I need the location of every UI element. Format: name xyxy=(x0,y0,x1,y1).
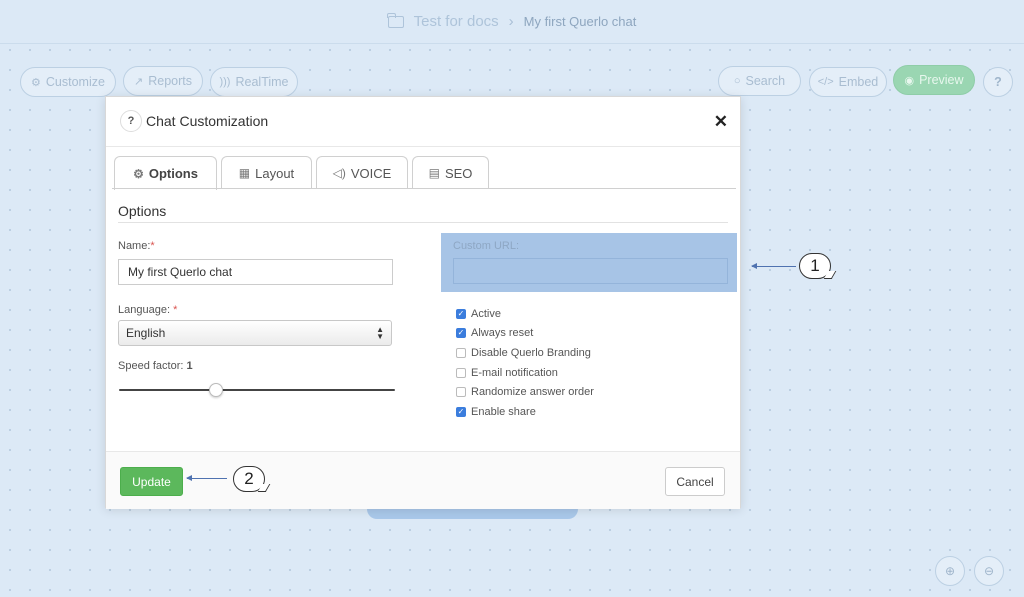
dialog-title: Chat Customization xyxy=(146,113,269,129)
tab-voice[interactable]: ◁) VOICE xyxy=(316,156,408,189)
speed-slider-handle[interactable] xyxy=(209,383,223,397)
close-icon[interactable]: ✕ xyxy=(714,112,728,132)
gears-icon: ⚙ xyxy=(133,166,144,181)
help-button[interactable]: ? xyxy=(983,67,1013,97)
eye-icon: ◉ xyxy=(904,74,915,87)
checkbox-checked-icon[interactable]: ✓ xyxy=(456,308,466,319)
select-arrows-icon: ▲ ▼ xyxy=(376,325,384,341)
search-button[interactable]: ○ Search xyxy=(718,66,801,96)
checkbox-active[interactable]: ✓ Active xyxy=(456,304,594,324)
section-divider xyxy=(118,222,728,223)
checkbox-checked-icon[interactable]: ✓ xyxy=(456,406,466,417)
breadcrumb-current: My first Querlo chat xyxy=(523,14,637,29)
cancel-button[interactable]: Cancel xyxy=(665,467,725,496)
dialog-header: ? Chat Customization ✕ xyxy=(106,97,740,147)
checkbox-unchecked-icon[interactable] xyxy=(456,347,466,358)
gear-icon: ⚙ xyxy=(31,76,41,89)
tab-bar: ⚙ Options ▦ Layout ◁) VOICE ▤ SEO xyxy=(114,156,489,190)
checkbox-always-reset[interactable]: ✓ Always reset xyxy=(456,324,594,344)
breadcrumb-separator: › xyxy=(508,13,514,30)
callout-arrow-1 xyxy=(751,263,796,269)
signal-icon: ))) xyxy=(219,76,231,88)
checkbox-unchecked-icon[interactable] xyxy=(456,387,466,398)
custom-url-field[interactable] xyxy=(453,258,728,284)
customize-button[interactable]: ⚙ Customize xyxy=(20,67,116,97)
checkbox-unchecked-icon[interactable] xyxy=(456,367,466,378)
chart-icon: ↗ xyxy=(134,75,144,88)
zoom-out-icon[interactable]: ⊖ xyxy=(974,556,1004,586)
dialog-footer: Update Cancel xyxy=(106,451,740,509)
speed-slider-track[interactable] xyxy=(119,389,395,391)
document-icon: ▤ xyxy=(428,166,440,180)
tab-seo[interactable]: ▤ SEO xyxy=(412,156,489,189)
breadcrumb: Test for docs › My first Querlo chat xyxy=(0,0,1024,44)
section-title: Options xyxy=(118,203,167,219)
code-icon: </> xyxy=(817,76,834,88)
speaker-icon: ◁) xyxy=(332,166,346,180)
callout-arrow-2 xyxy=(186,475,227,481)
callout-1: 1 xyxy=(799,253,831,279)
tab-divider xyxy=(112,188,736,189)
tab-layout[interactable]: ▦ Layout xyxy=(221,156,312,189)
help-icon[interactable]: ? xyxy=(120,110,142,132)
language-select[interactable]: English ▲ ▼ xyxy=(118,320,392,346)
folder-icon xyxy=(387,12,404,28)
language-label: Language: * xyxy=(118,304,178,316)
speed-label: Speed factor: 1 xyxy=(118,360,193,372)
checkbox-enable-share[interactable]: ✓ Enable share xyxy=(456,402,594,422)
preview-button[interactable]: ◉ Preview xyxy=(893,65,975,95)
options-checklist: ✓ Active ✓ Always reset Disable Querlo Bra… xyxy=(456,304,594,422)
checkbox-email-notification[interactable]: E-mail notification xyxy=(456,363,594,383)
checkbox-checked-icon[interactable]: ✓ xyxy=(456,328,466,339)
layout-icon: ▦ xyxy=(238,166,251,180)
chat-customization-dialog: ? Chat Customization ✕ ⚙ Options ▦ Layou… xyxy=(105,96,741,509)
checkbox-disable-branding[interactable]: Disable Querlo Branding xyxy=(456,343,594,363)
name-label: Name:* xyxy=(118,240,155,252)
name-field[interactable]: My first Querlo chat xyxy=(118,259,393,285)
custom-url-label: Custom URL: xyxy=(453,240,520,252)
callout-2: 2 xyxy=(233,466,265,492)
zoom-in-icon[interactable]: ⊕ xyxy=(935,556,965,586)
required-mark: * xyxy=(173,304,178,316)
reports-button[interactable]: ↗ Reports xyxy=(123,66,203,96)
embed-button[interactable]: </> Embed xyxy=(809,67,887,97)
checkbox-randomize-order[interactable]: Randomize answer order xyxy=(456,382,594,402)
realtime-button[interactable]: ))) RealTime xyxy=(210,67,298,97)
search-icon: ○ xyxy=(733,75,741,87)
update-button[interactable]: Update xyxy=(120,467,183,496)
tab-options[interactable]: ⚙ Options xyxy=(114,156,217,190)
breadcrumb-root[interactable]: Test for docs xyxy=(414,13,499,30)
required-mark: * xyxy=(150,240,155,252)
speed-value: 1 xyxy=(186,360,193,372)
